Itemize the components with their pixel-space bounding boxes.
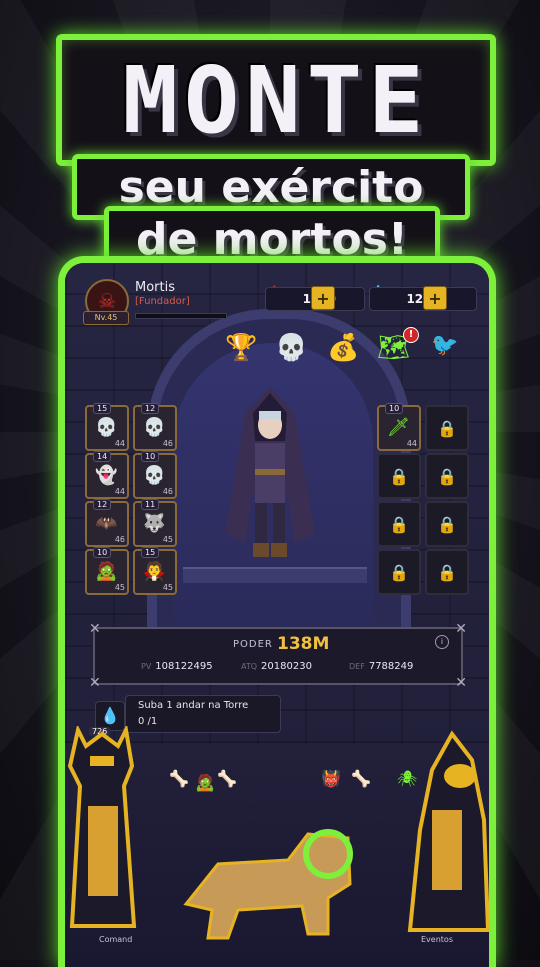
locked-slot[interactable]: 🔒	[377, 501, 421, 547]
lock-icon: 🔒	[389, 514, 409, 534]
mini-skeleton-icon: 🦴	[169, 769, 189, 788]
info-icon[interactable]: i	[435, 635, 449, 649]
lock-icon: 🔒	[437, 418, 457, 438]
hp-stat: PV 108122495	[141, 661, 213, 672]
add-soul-button[interactable]: +	[423, 286, 447, 310]
raven-icon[interactable]: 🐦	[431, 333, 458, 358]
locked-slot[interactable]: 🔒	[377, 453, 421, 499]
atk-stat: ATQ 20180230	[241, 661, 312, 672]
mini-enemy-icon: 👹	[321, 769, 341, 788]
quest-panel[interactable]: Suba 1 andar na Torre 0 /1	[125, 695, 281, 733]
locked-slot[interactable]: 🔒	[425, 405, 469, 451]
lock-icon: 🔒	[437, 562, 457, 582]
xp-bar	[135, 313, 227, 319]
lich-sprite	[407, 730, 491, 932]
unit-slot[interactable]: 10 🧟 45	[85, 547, 129, 595]
title-banner: MONTE	[56, 34, 496, 166]
bone-corner-icon: ✕	[455, 675, 467, 691]
lock-icon: 🔒	[437, 466, 457, 486]
skull-icon[interactable]: 💀	[275, 333, 307, 363]
skeleton-icon: 💀	[95, 417, 118, 438]
player-name: Mortis	[135, 280, 175, 295]
locked-slot[interactable]: 🔒	[425, 501, 469, 547]
unit-slot[interactable]: 11 🐺 45	[133, 499, 177, 547]
tab-label-right[interactable]: Eventos	[421, 935, 453, 944]
quest-progress: 0 /1	[138, 716, 158, 727]
lock-icon: 🔒	[389, 466, 409, 486]
unit-slot[interactable]: 12 💀 46	[133, 403, 177, 451]
skeletal-lion-sprite	[183, 829, 353, 940]
power-value: 138M	[277, 634, 330, 654]
mini-zombie-icon: 🧟	[195, 773, 215, 792]
locked-slot[interactable]: 🔒	[425, 549, 469, 595]
skeleton-icon: 💀	[143, 417, 166, 438]
unit-slot[interactable]: 15 💀 44	[85, 403, 129, 451]
locked-slot[interactable]: 🔒	[377, 549, 421, 595]
skeleton-icon: 💀	[143, 465, 166, 486]
unit-slot[interactable]: 14 👻 44	[85, 451, 129, 499]
alert-badge: !	[403, 327, 419, 343]
lock-icon: 🔒	[389, 562, 409, 582]
banner-subtitle-1: seu exército	[118, 161, 424, 213]
def-stat: DEF 7788249	[349, 661, 414, 672]
hooded-hero-sprite[interactable]	[215, 383, 325, 573]
bat-icon: 🦇	[95, 513, 118, 534]
player-level-badge: Nv.45	[83, 311, 129, 325]
bone-corner-icon: ✕	[89, 621, 101, 637]
quest-title: Suba 1 andar na Torre	[138, 700, 249, 711]
wolf-icon: 🐺	[143, 513, 166, 534]
add-blood-button[interactable]: +	[311, 286, 335, 310]
locked-slot[interactable]: 🔒	[425, 453, 469, 499]
unit-slot[interactable]: 10 💀 46	[133, 451, 177, 499]
zombie-icon: 🧟	[95, 561, 118, 582]
lock-icon: 🔒	[437, 514, 457, 534]
power-label: PODER	[233, 639, 273, 650]
banner-title: MONTE	[122, 46, 430, 154]
bag-icon[interactable]: 💰	[327, 333, 359, 363]
unit-slot[interactable]: 15 🧛 45	[133, 547, 177, 595]
tab-label-left[interactable]: Comand	[99, 935, 132, 944]
vampire-icon: 🧛	[143, 561, 166, 582]
dark-knight-sprite	[67, 726, 137, 928]
equipment-slot[interactable]: 10 🗡 44	[377, 403, 421, 451]
mini-skeleton-icon: 🦴	[351, 769, 371, 788]
trophy-icon[interactable]: 🏆	[225, 333, 257, 363]
power-panel: ✕ ✕ ✕ ✕ PODER 138M i PV 108122495 ATQ 2018…	[89, 621, 467, 691]
player-role: [Fundador]	[135, 296, 190, 307]
staff-icon: 🗡	[387, 417, 410, 438]
bone-corner-icon: ✕	[89, 675, 101, 691]
bone-corner-icon: ✕	[455, 621, 467, 637]
mini-skeleton-icon: 🦴	[217, 769, 237, 788]
ghost-icon: 👻	[95, 465, 118, 486]
unit-slot[interactable]: 12 🦇 46	[85, 499, 129, 547]
